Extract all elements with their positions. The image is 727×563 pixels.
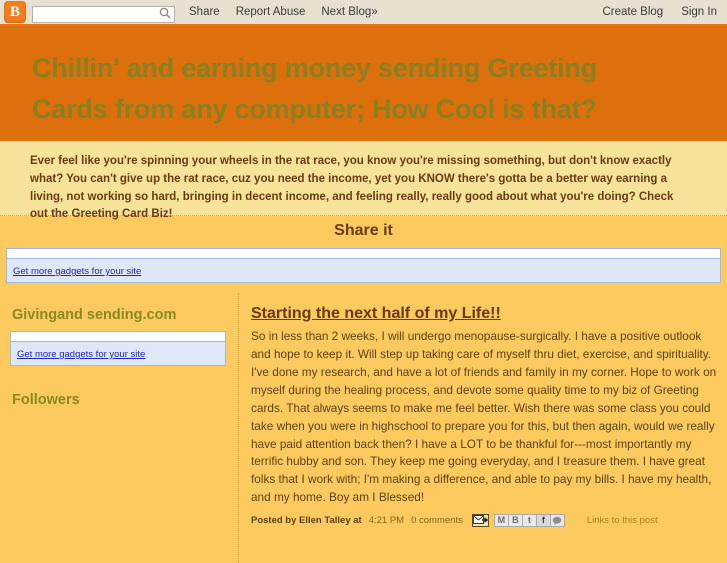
post-title-link[interactable]: Starting the next half of my Life!! — [251, 305, 501, 322]
nav-link-report-abuse[interactable]: Report Abuse — [236, 6, 306, 18]
twitter-share-icon[interactable]: t — [521, 514, 537, 528]
navbar-right-links: Create Blog Sign In — [584, 6, 717, 18]
sidebar-gadget-followers: Followers — [10, 392, 226, 408]
blog-header: Chillin' and earning money sending Greet… — [0, 26, 727, 141]
blogger-logo-icon[interactable]: B — [4, 1, 26, 23]
links-to-this-post[interactable]: Links to this post — [587, 515, 658, 526]
search-input[interactable] — [32, 5, 175, 23]
blog-title: Chillin' and earning money sending Greet… — [32, 53, 597, 125]
nav-link-create-blog[interactable]: Create Blog — [602, 6, 663, 18]
blog-description-bar: Ever feel like you're spinning your whee… — [0, 141, 727, 220]
get-more-gadgets-link[interactable]: Get more gadgets for your site — [13, 266, 141, 277]
post-author-label: Posted by Ellen Talley at — [251, 515, 362, 527]
sidebar-heading-givingandsending: Givingand sending.com — [12, 307, 177, 323]
crosscol-share-section: Share it Get more gadgets for your site — [0, 216, 727, 293]
post-share-icons: M B t f — [471, 514, 565, 528]
gadget-empty-area — [7, 249, 720, 258]
blogger-share-icon[interactable]: B — [507, 514, 523, 528]
content-area: Givingand sending.com Get more gadgets f… — [0, 293, 727, 563]
post-footer: Posted by Ellen Talley at 4:21 PM 0 comm… — [251, 514, 717, 528]
share-gadget-box: Get more gadgets for your site — [6, 248, 721, 283]
sidebar-get-more-gadgets-link[interactable]: Get more gadgets for your site — [17, 349, 145, 360]
post-timestamp[interactable]: 4:21 PM — [369, 515, 404, 526]
navbar-search — [32, 4, 175, 23]
sidebar-gadget-empty-area — [11, 332, 225, 341]
sidebar-gadget-box: Get more gadgets for your site — [10, 331, 226, 366]
nav-link-share[interactable]: Share — [189, 6, 220, 18]
nav-link-sign-in[interactable]: Sign In — [681, 6, 717, 18]
sidebar: Givingand sending.com Get more gadgets f… — [0, 293, 239, 563]
sidebar-heading-followers: Followers — [12, 392, 80, 408]
share-it-heading: Share it — [334, 222, 393, 239]
sidebar-gadget-givingandsending: Givingand sending.com Get more gadgets f… — [10, 307, 226, 366]
post-title: Starting the next half of my Life!! — [251, 305, 717, 323]
email-post-icon[interactable] — [471, 514, 489, 528]
gadget-link-row: Get more gadgets for your site — [7, 258, 720, 282]
nav-link-next-blog[interactable]: Next Blog» — [321, 6, 377, 18]
buzz-share-icon[interactable] — [549, 514, 565, 528]
blog-description: Ever feel like you're spinning your whee… — [30, 155, 674, 221]
sidebar-gadget-link-row: Get more gadgets for your site — [11, 341, 225, 365]
blogger-navbar: B Share Report Abuse Next Blog» Create B… — [0, 0, 727, 26]
post-body: So in less than 2 weeks, I will undergo … — [251, 329, 717, 505]
main-post-column: Starting the next half of my Life!! So i… — [239, 293, 727, 563]
facebook-share-icon[interactable]: f — [535, 514, 551, 528]
post-comments-link[interactable]: 0 comments — [411, 515, 463, 526]
gmail-share-icon[interactable]: M — [493, 514, 509, 528]
